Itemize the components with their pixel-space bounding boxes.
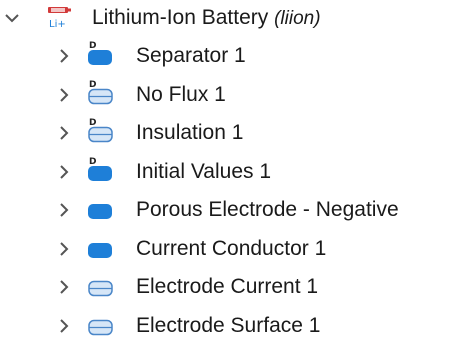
tree-node-0[interactable]: D Separator 1 (0, 38, 462, 74)
tree-node-1[interactable]: D No Flux 1 (0, 77, 462, 113)
chevron-right-icon[interactable] (56, 317, 72, 335)
boundary-outline-icon (86, 314, 113, 336)
tree-node-label: Insulation 1 (136, 121, 244, 144)
chevron-right-icon[interactable] (56, 86, 72, 104)
default-node-badge: D (89, 118, 97, 128)
domain-solid-icon (86, 237, 112, 259)
chevron-right-icon[interactable] (56, 124, 72, 142)
tree-node-3[interactable]: D Initial Values 1 (0, 154, 462, 190)
default-node-badge: D (89, 41, 97, 51)
battery-icon-text: Li+ (49, 19, 66, 30)
tree-node-label: Lithium-Ion Battery (liion) (92, 0, 321, 36)
tree-node-label: Current Conductor 1 (136, 236, 327, 260)
lithium-ion-battery-icon: Li+ (46, 5, 72, 30)
tree-node-label: Electrode Current 1 (136, 275, 319, 298)
tree-node-label: Porous Electrode - Negative (136, 198, 399, 221)
tree-node-4[interactable]: Porous Electrode - Negative (0, 192, 462, 228)
domain-solid-icon (86, 198, 112, 220)
chevron-right-icon[interactable] (56, 163, 72, 181)
tree-node-label: Initial Values 1 (136, 159, 272, 183)
tree-node-label: No Flux 1 (136, 82, 226, 106)
tree-node-5[interactable]: Current Conductor 1 (0, 231, 462, 267)
chevron-right-icon[interactable] (56, 278, 72, 296)
tree-node-title: Lithium-Ion Battery (92, 6, 269, 29)
tree-node-label: Electrode Surface 1 (136, 313, 321, 337)
domain-solid-icon: D (86, 156, 112, 182)
chevron-right-icon[interactable] (56, 201, 72, 219)
chevron-down-icon[interactable] (4, 9, 20, 27)
physics-tag: (liion) (274, 8, 321, 29)
boundary-outline-icon: D (86, 118, 113, 143)
tree-node-2[interactable]: D Insulation 1 (0, 115, 462, 151)
default-node-badge: D (89, 79, 97, 90)
tree-node-7[interactable]: Electrode Surface 1 (0, 308, 462, 344)
tree-node-label: Separator 1 (136, 44, 246, 67)
chevron-right-icon[interactable] (56, 47, 72, 65)
domain-solid-icon: D (86, 41, 112, 66)
tree-node-6[interactable]: Electrode Current 1 (0, 269, 462, 305)
tree-node-lithium-ion-battery[interactable]: Li+ Lithium-Ion Battery (liion) (0, 0, 462, 36)
boundary-outline-icon: D (86, 79, 113, 105)
chevron-right-icon[interactable] (56, 240, 72, 258)
boundary-outline-icon (86, 275, 113, 297)
default-node-badge: D (89, 156, 97, 167)
